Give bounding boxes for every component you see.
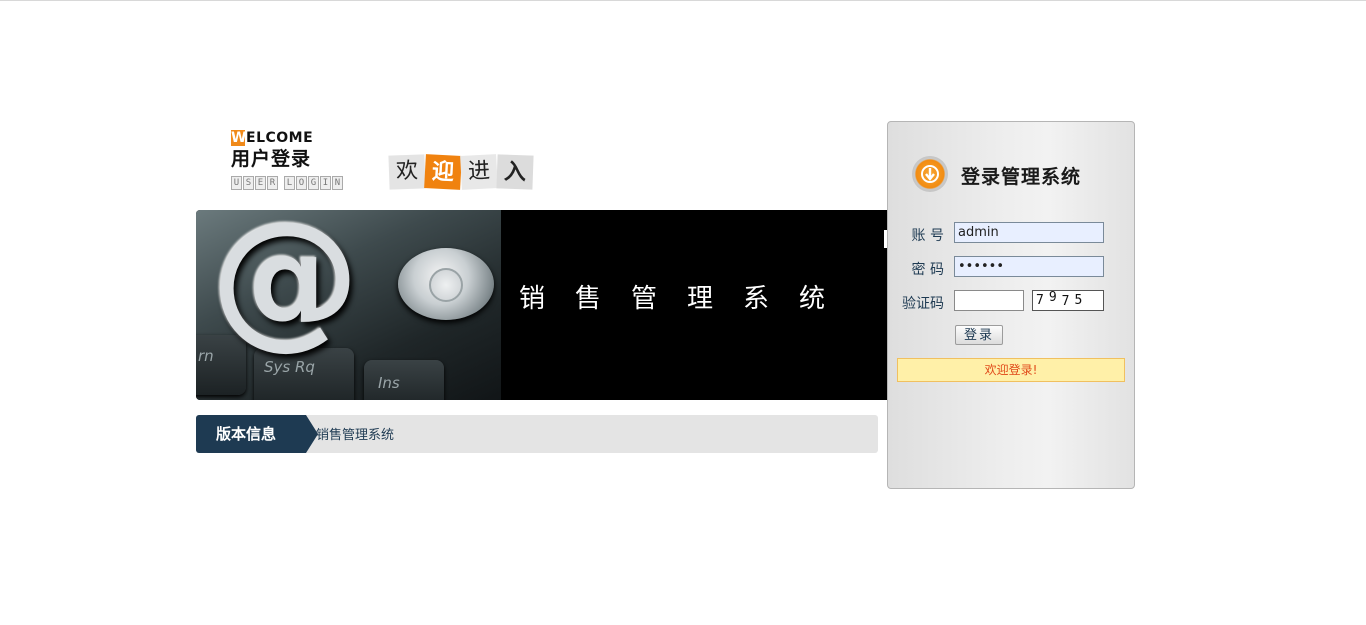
captcha-char: 7 (1061, 294, 1075, 309)
version-bar: 版本信息 销售管理系统 (196, 415, 878, 453)
captcha-input[interactable] (954, 290, 1024, 311)
captcha-image[interactable]: 7975 (1032, 290, 1104, 311)
user-login-gap (279, 176, 283, 190)
user-login-letter: U (231, 176, 242, 190)
at-sign-icon: @ (210, 210, 360, 364)
user-login-en: U S E R L O G I N (231, 176, 343, 190)
password-label: 密 码 (911, 262, 944, 278)
captcha-char: 5 (1074, 293, 1088, 308)
keyboard-key: Ins (364, 360, 444, 400)
welcome-char: 欢 (388, 154, 426, 190)
welcome-first-letter: W (231, 130, 247, 146)
version-text: 销售管理系统 (316, 428, 395, 443)
user-login-letter: N (332, 176, 343, 190)
login-panel: 登录管理系统 账 号 密 码 验证码 7975 登录 欢迎登录! (887, 121, 1135, 489)
welcome-char: 进 (460, 154, 498, 190)
welcome-enter-banner: 欢 迎 进 入 (388, 154, 534, 190)
key-label: Ins (378, 374, 400, 392)
password-input[interactable] (954, 256, 1104, 277)
user-login-letter: I (320, 176, 331, 190)
user-login-letter: E (255, 176, 266, 190)
user-login-logo: WELCOME 用户登录 U S E R L O G I N (231, 128, 391, 194)
arrow-down-glyph (921, 165, 939, 183)
username-input[interactable] (954, 222, 1104, 243)
user-login-letter: G (308, 176, 319, 190)
welcome-char: 迎 (424, 154, 462, 190)
top-divider (0, 0, 1366, 1)
login-button[interactable]: 登录 (955, 325, 1003, 345)
user-login-cn: 用户登录 (231, 148, 312, 170)
welcome-char: 入 (496, 154, 534, 190)
username-label: 账 号 (911, 228, 944, 244)
banner-title: 销售管理系统 (519, 284, 856, 314)
user-login-letter: R (267, 176, 278, 190)
keyboard-image: rn Sys Rq Ins @ (196, 210, 501, 400)
captcha-char: 7 (1036, 293, 1049, 308)
arrow-down-icon (912, 156, 948, 192)
captcha-char: 9 (1048, 290, 1062, 305)
user-login-letter: L (284, 176, 295, 190)
user-login-letter: S (243, 176, 254, 190)
hero-banner: rn Sys Rq Ins @ 销售管理系统 (196, 210, 888, 400)
captcha-label: 验证码 (902, 296, 944, 312)
status-message: 欢迎登录! (897, 358, 1125, 382)
welcome-rest: ELCOME (246, 130, 314, 146)
user-login-letter: O (296, 176, 307, 190)
login-title: 登录管理系统 (961, 166, 1082, 188)
welcome-text: WELCOME (231, 130, 313, 146)
version-tag: 版本信息 (196, 415, 318, 453)
power-button-icon (398, 248, 494, 320)
